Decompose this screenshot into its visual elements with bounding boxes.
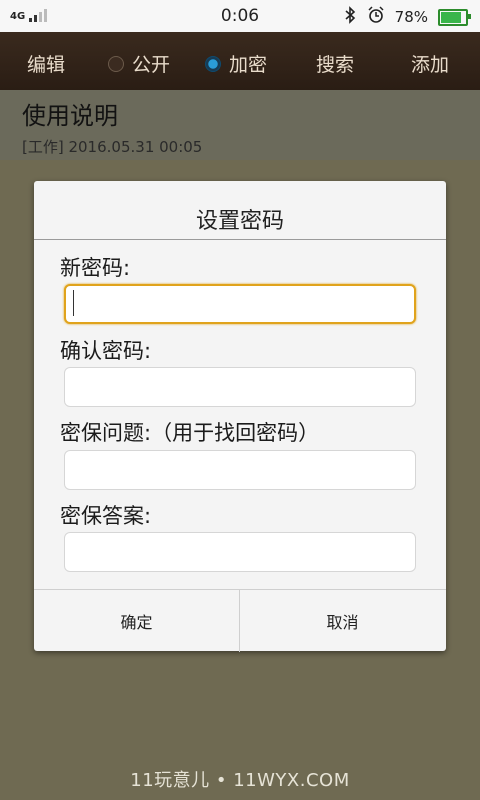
- encrypt-label: 加密: [229, 54, 268, 76]
- encrypt-radio-icon[interactable]: [205, 56, 221, 72]
- edit-button[interactable]: 编辑: [27, 50, 65, 77]
- cancel-button[interactable]: 取消: [240, 590, 445, 652]
- public-label: 公开: [132, 54, 171, 76]
- public-option[interactable]: 公开: [108, 50, 170, 77]
- watermark: 11玩意儿 • 11WYX.COM: [130, 770, 350, 791]
- note-toolbar: 编辑 公开 加密 搜索 添加: [0, 32, 480, 90]
- public-radio-icon[interactable]: [108, 56, 124, 72]
- battery-icon: [438, 8, 471, 26]
- set-password-dialog: 设置密码 新密码: 确认密码: 密保问题:（用于找回密码） 密保答案: 确定 取…: [34, 181, 446, 652]
- bluetooth-icon: [343, 6, 357, 28]
- new-password-label: 新密码:: [60, 256, 131, 280]
- encrypt-option[interactable]: 加密: [205, 50, 267, 77]
- dialog-divider: [34, 239, 446, 240]
- note-title: 使用说明: [22, 102, 118, 130]
- security-answer-label: 密保答案:: [60, 504, 152, 528]
- dialog-title: 设置密码: [195, 209, 284, 234]
- search-button[interactable]: 搜索: [316, 50, 354, 77]
- status-bar: 4G 0:06 78%: [0, 0, 480, 32]
- alarm-icon: [367, 6, 385, 28]
- add-button[interactable]: 添加: [411, 50, 449, 77]
- security-answer-input[interactable]: [64, 532, 416, 572]
- confirm-button[interactable]: 确定: [34, 590, 239, 652]
- dialog-buttons: 确定 取消: [34, 589, 446, 652]
- security-question-label: 密保问题:（用于找回密码）: [60, 421, 320, 445]
- confirm-password-input[interactable]: [64, 367, 416, 407]
- battery-percent: 78%: [394, 8, 428, 26]
- note-header: 使用说明 [工作] 2016.05.31 00:05: [0, 90, 480, 160]
- new-password-input[interactable]: [64, 284, 416, 324]
- confirm-password-label: 确认密码:: [60, 339, 152, 363]
- text-cursor: [73, 290, 74, 316]
- security-question-input[interactable]: [64, 450, 416, 490]
- note-meta: [工作] 2016.05.31 00:05: [22, 138, 203, 156]
